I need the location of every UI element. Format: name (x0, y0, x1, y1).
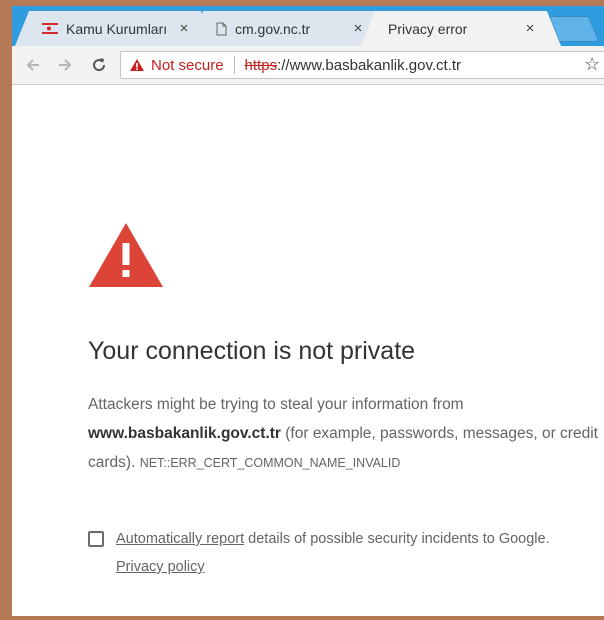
flag-icon (42, 23, 58, 34)
bookmark-star-icon[interactable]: ☆ (584, 54, 600, 75)
arrow-right-icon (59, 59, 72, 71)
tab-kamu-kurumlari[interactable]: Kamu Kurumları × (30, 11, 200, 46)
close-tab-icon[interactable]: × (522, 20, 538, 37)
arrow-left-icon (26, 59, 39, 71)
report-description: details of possible security incidents t… (244, 531, 550, 547)
back-button[interactable] (22, 54, 44, 76)
tab-privacy-error[interactable]: Privacy error × (376, 11, 546, 46)
forward-button[interactable] (54, 54, 76, 76)
tab-strip: Kamu Kurumları × cm.gov.nc.tr × Privacy … (12, 6, 604, 46)
error-description: Attackers might be trying to steal your … (88, 390, 604, 478)
tab-label: cm.gov.nc.tr (235, 20, 311, 37)
url-host: ://www.basbakanlik.gov.ct.tr (277, 56, 462, 74)
warning-triangle-icon (130, 59, 144, 71)
tab-cm-gov[interactable]: cm.gov.nc.tr × (204, 11, 374, 46)
address-bar[interactable]: Not secure https://www.basbakanlik.gov.c… (120, 51, 604, 79)
privacy-policy-link[interactable]: Privacy policy (116, 553, 205, 581)
description-text: Attackers might be trying to steal your … (88, 396, 464, 413)
not-secure-label[interactable]: Not secure (151, 57, 224, 74)
automatically-report-link[interactable]: Automatically report (116, 531, 244, 547)
error-code[interactable]: NET::ERR_CERT_COMMON_NAME_INVALID (140, 456, 401, 470)
tab-label: Kamu Kurumları (66, 20, 168, 37)
toolbar: Not secure https://www.basbakanlik.gov.c… (12, 46, 604, 85)
warning-icon (89, 223, 163, 287)
reload-button[interactable] (88, 54, 110, 76)
document-icon (216, 22, 227, 35)
browser-window: Kamu Kurumları × cm.gov.nc.tr × Privacy … (12, 6, 604, 616)
close-tab-icon[interactable]: × (350, 20, 366, 37)
separator (233, 56, 235, 74)
interstitial-page: Your connection is not private Attackers… (12, 85, 604, 616)
reload-icon (93, 58, 106, 72)
host-name: www.basbakanlik.gov.ct.tr (88, 425, 281, 442)
report-text: Automatically report details of possible… (116, 525, 550, 553)
page-title: Your connection is not private (88, 337, 416, 365)
tab-label: Privacy error (388, 20, 468, 37)
close-tab-icon[interactable]: × (176, 20, 192, 37)
url-scheme: https (244, 56, 278, 74)
report-checkbox[interactable] (88, 531, 104, 547)
